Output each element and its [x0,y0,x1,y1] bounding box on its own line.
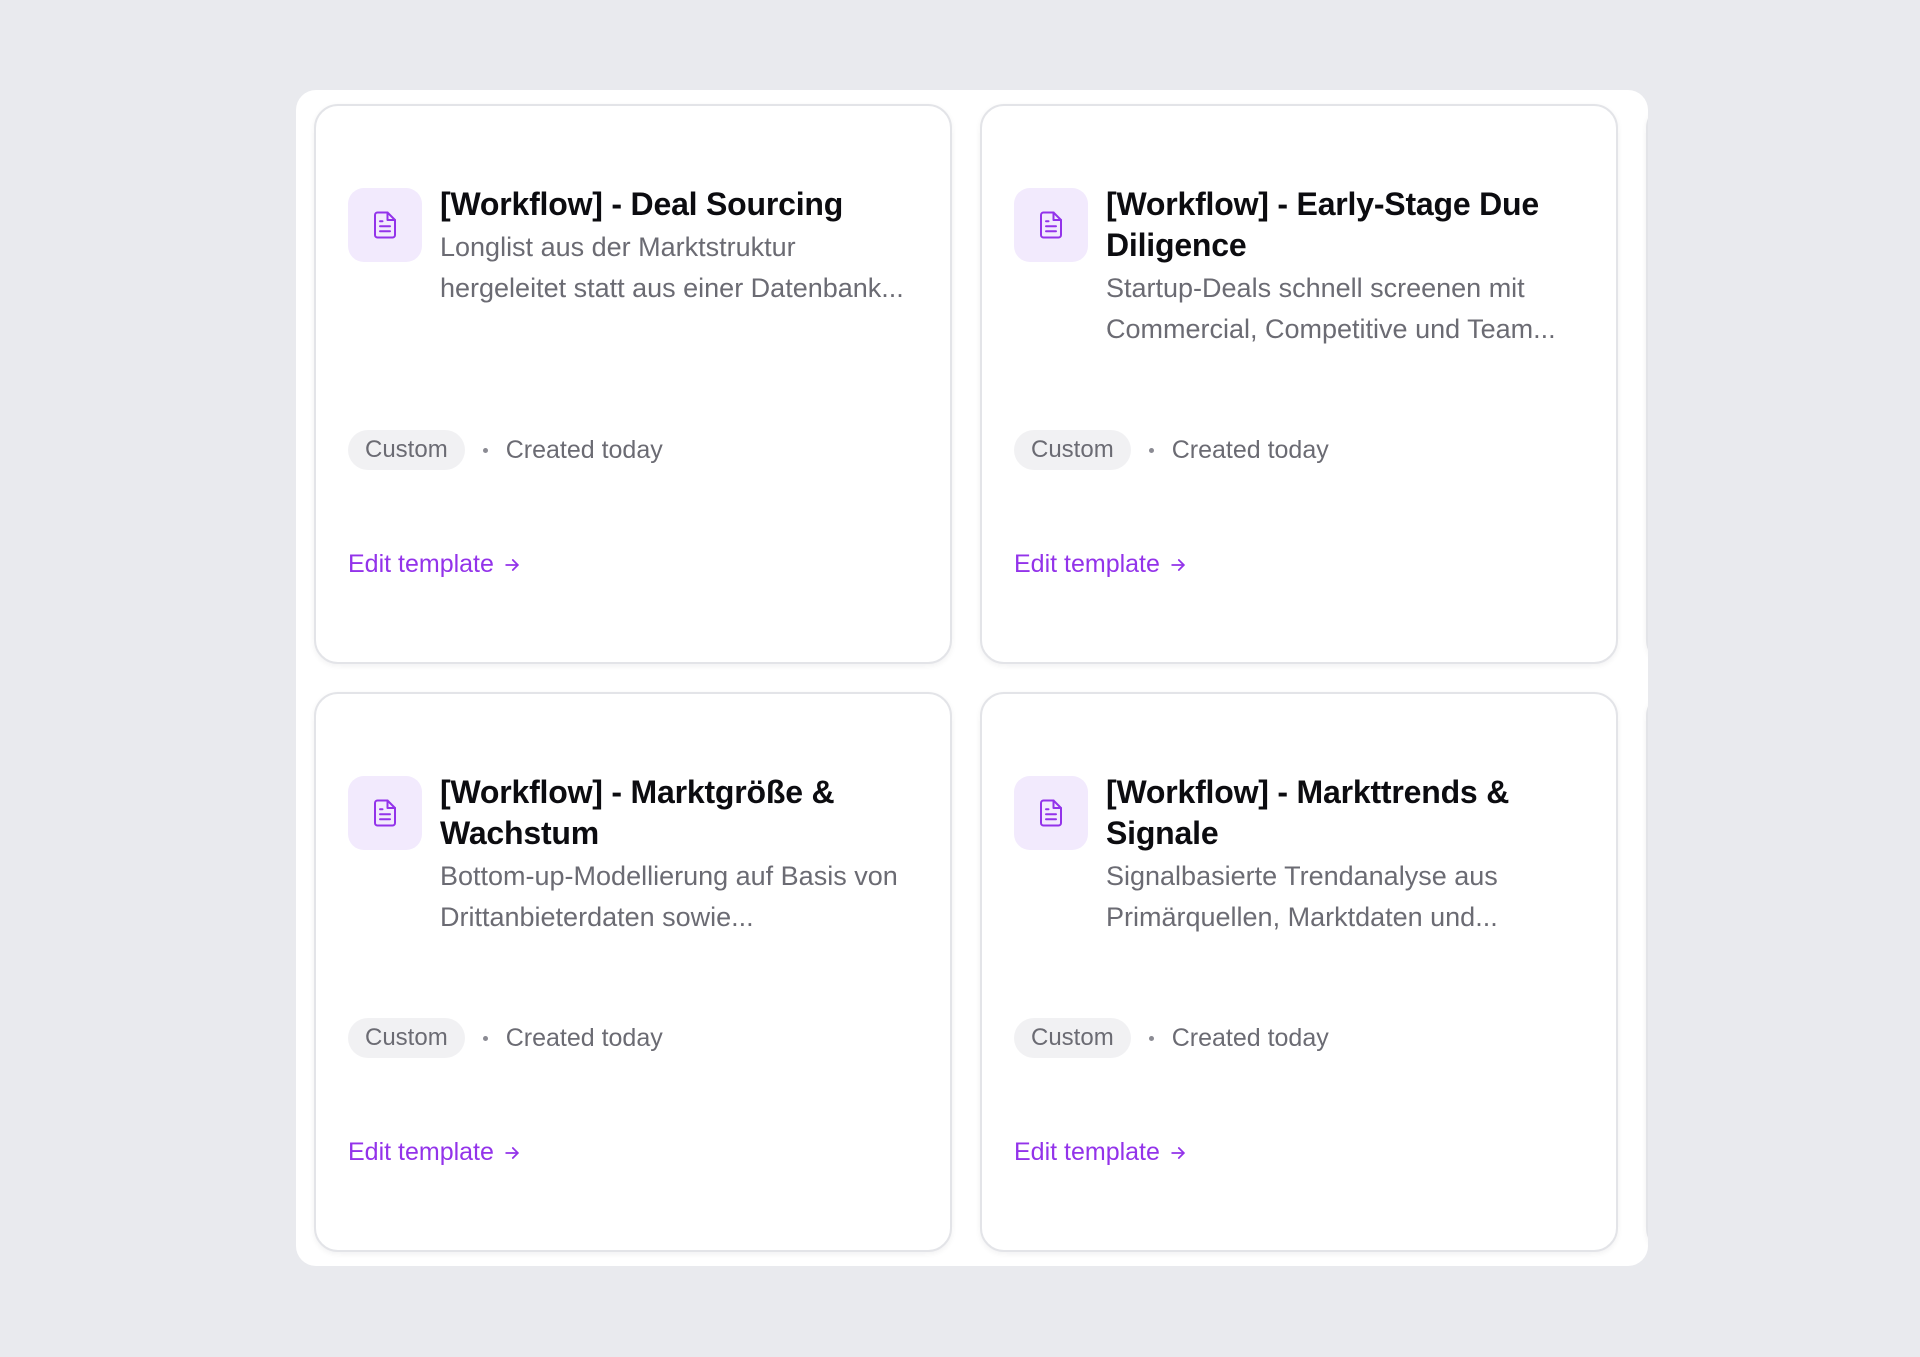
created-date: Created today [505,1023,663,1052]
custom-tag: Custom [348,1018,465,1058]
separator-dot [1148,447,1154,453]
template-meta: Custom Created today [1014,1018,1329,1058]
created-date: Created today [1171,1023,1329,1052]
created-date: Created today [505,435,663,464]
arrow-right-icon [1168,1143,1188,1163]
created-date: Created today [1171,435,1329,464]
document-icon [1014,188,1088,262]
template-card-partial[interactable] [1646,104,1648,664]
document-icon [1014,776,1088,850]
document-icon [348,188,422,262]
separator-dot [482,1035,488,1041]
edit-template-link[interactable]: Edit template [1014,1138,1188,1167]
separator-dot [1148,1035,1154,1041]
edit-template-link[interactable]: Edit template [348,1138,522,1167]
edit-template-label: Edit template [1014,1138,1160,1166]
edit-template-link[interactable]: Edit template [348,550,522,579]
template-title: [Workflow] - Early-Stage Due Diligence [1106,186,1539,263]
template-title: [Workflow] - Deal Sourcing [440,186,844,222]
custom-tag: Custom [1014,430,1131,470]
template-meta: Custom Created today [348,430,663,470]
template-description: Startup-Deals schnell screenen mit Comme… [1106,273,1556,344]
template-meta: Custom Created today [348,1018,663,1058]
document-icon [348,776,422,850]
template-description: Signalbasierte Trendanalyse aus Primärqu… [1106,861,1498,932]
template-card[interactable]: [Workflow] - Markttrends & Signale Signa… [980,692,1618,1252]
template-card[interactable]: [Workflow] - Deal Sourcing Longlist aus … [314,104,952,664]
edit-template-label: Edit template [1014,550,1160,578]
custom-tag: Custom [348,430,465,470]
edit-template-label: Edit template [348,1138,494,1166]
arrow-right-icon [1168,555,1188,575]
template-card[interactable]: [Workflow] - Early-Stage Due Diligence S… [980,104,1618,664]
template-meta: Custom Created today [1014,430,1329,470]
edit-template-link[interactable]: Edit template [1014,550,1188,579]
template-description: Longlist aus der Marktstruktur hergeleit… [440,232,904,303]
custom-tag: Custom [1014,1018,1131,1058]
template-card[interactable]: [Workflow] - Marktgröße & Wachstum Botto… [314,692,952,1252]
template-title: [Workflow] - Markttrends & Signale [1106,774,1510,851]
edit-template-label: Edit template [348,550,494,578]
template-description: Bottom-up-Modellierung auf Basis von Dri… [440,861,898,932]
separator-dot [482,447,488,453]
arrow-right-icon [502,555,522,575]
template-card-partial[interactable] [1646,692,1648,1252]
arrow-right-icon [502,1143,522,1163]
templates-panel: [Workflow] - Deal Sourcing Longlist aus … [296,90,1648,1266]
template-title: [Workflow] - Marktgröße & Wachstum [440,774,835,851]
